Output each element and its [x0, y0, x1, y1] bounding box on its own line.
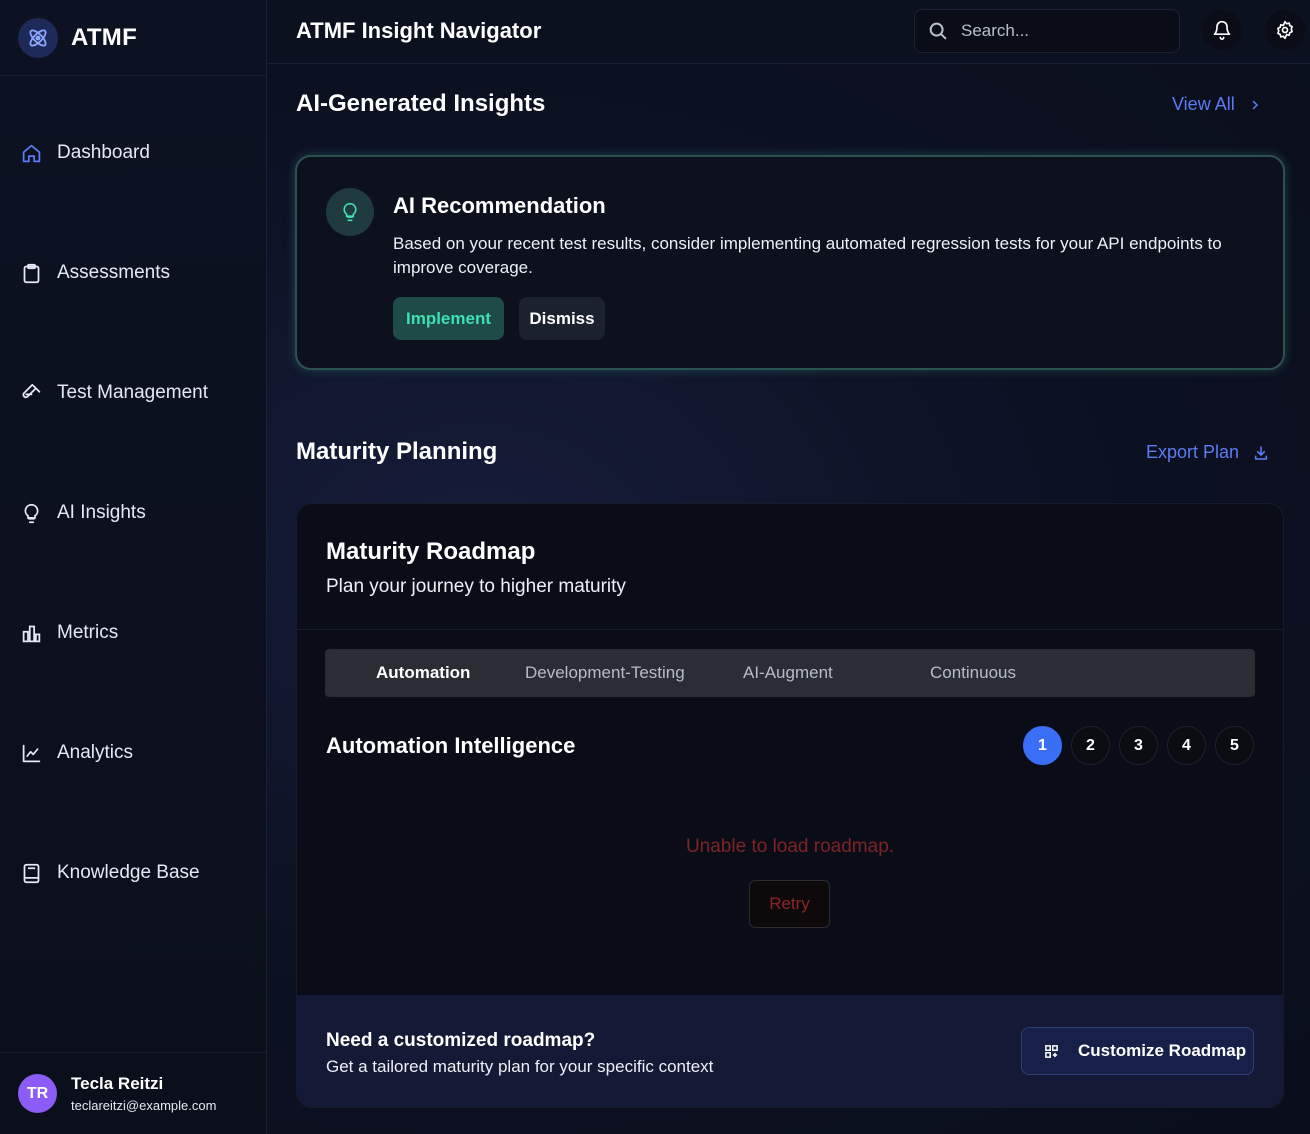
roadmap-tabs: Automation Development-Testing AI-Augmen… [325, 649, 1255, 697]
sidebar-item-ai-insights[interactable]: AI Insights [0, 491, 266, 535]
level-step-1[interactable]: 1 [1023, 726, 1062, 765]
view-all-label: View All [1172, 94, 1235, 114]
ai-recommendation-card: AI Recommendation Based on your recent t… [295, 155, 1285, 370]
settings-button[interactable] [1265, 10, 1305, 50]
brand[interactable]: ATMF [0, 0, 266, 76]
sidebar-item-knowledge-base[interactable]: Knowledge Base [0, 851, 266, 895]
tab-ai-augment[interactable]: AI-Augment [743, 663, 833, 683]
user-info: Tecla Reitzi teclareitzi@example.com [71, 1074, 216, 1113]
sidebar-item-assessments[interactable]: Assessments [0, 251, 266, 295]
sidebar-item-label: Analytics [57, 742, 134, 763]
sidebar: ATMF Dashboard Assessments Test Manageme… [0, 0, 267, 1134]
recommendation-text: Based on your recent test results, consi… [393, 234, 1222, 277]
roadmap-footer: Need a customized roadmap? Get a tailore… [297, 995, 1283, 1107]
bell-icon [1212, 20, 1232, 40]
top-header: ATMF Insight Navigator [267, 0, 1310, 64]
retry-button[interactable]: Retry [749, 880, 830, 928]
customize-roadmap-label: Customize Roadmap [1078, 1041, 1247, 1060]
roadmap-card: Maturity Roadmap Plan your journey to hi… [296, 503, 1284, 1108]
download-icon [1253, 445, 1269, 461]
sidebar-item-label: Test Management [57, 382, 209, 403]
recommendation-title: AI Recommendation [393, 193, 606, 218]
sidebar-item-label: Metrics [57, 622, 119, 643]
home-icon [20, 142, 42, 164]
search-input[interactable] [961, 21, 1161, 41]
level-step-2[interactable]: 2 [1071, 726, 1110, 765]
roadmap-error-message: Unable to load roadmap. [685, 836, 895, 857]
grid-icon [1044, 1044, 1059, 1059]
export-plan-link[interactable]: Export Plan [1146, 442, 1269, 463]
custom-roadmap-subtitle: Get a tailored maturity plan for your sp… [326, 1057, 714, 1076]
maturity-section-title: Maturity Planning [296, 438, 498, 465]
book-icon [20, 862, 42, 884]
test-tube-icon [20, 382, 42, 404]
search-icon [927, 20, 949, 42]
roadmap-title: Maturity Roadmap [326, 538, 536, 565]
chevron-right-icon [1249, 99, 1261, 111]
gear-icon [1275, 20, 1295, 40]
dismiss-button[interactable]: Dismiss [519, 297, 605, 340]
insights-section-title: AI-Generated Insights [296, 90, 546, 117]
sidebar-item-analytics[interactable]: Analytics [0, 731, 266, 775]
sidebar-item-label: Knowledge Base [57, 862, 200, 883]
export-plan-label: Export Plan [1146, 442, 1240, 462]
bar-chart-icon [20, 622, 42, 644]
lightbulb-icon [326, 188, 374, 236]
view-all-link[interactable]: View All [1172, 94, 1261, 115]
search-box[interactable] [914, 9, 1180, 53]
atom-logo-icon [18, 17, 58, 58]
sidebar-item-metrics[interactable]: Metrics [0, 611, 266, 655]
sidebar-item-test-management[interactable]: Test Management [0, 371, 266, 415]
brand-name: ATMF [71, 23, 138, 51]
page-title: ATMF Insight Navigator [296, 18, 542, 43]
line-chart-icon [20, 742, 42, 764]
avatar: TR [18, 1074, 57, 1113]
level-step-4[interactable]: 4 [1167, 726, 1206, 765]
level-step-3[interactable]: 3 [1119, 726, 1158, 765]
sidebar-item-label: Assessments [57, 262, 170, 283]
implement-button[interactable]: Implement [393, 297, 504, 340]
roadmap-header: Maturity Roadmap Plan your journey to hi… [297, 504, 1283, 630]
tab-development-testing[interactable]: Development-Testing [525, 663, 685, 683]
clipboard-icon [20, 262, 42, 284]
user-email: teclareitzi@example.com [71, 1098, 217, 1113]
tab-continuous[interactable]: Continuous [930, 663, 1016, 683]
roadmap-subtitle: Plan your journey to higher maturity [326, 576, 626, 597]
tab-automation[interactable]: Automation [376, 663, 470, 683]
lightbulb-icon [20, 502, 42, 524]
roadmap-section-title: Automation Intelligence [326, 733, 576, 758]
user-profile[interactable]: TR Tecla Reitzi teclareitzi@example.com [0, 1052, 266, 1134]
sidebar-item-dashboard[interactable]: Dashboard [0, 131, 266, 175]
sidebar-item-label: Dashboard [57, 142, 150, 163]
notifications-button[interactable] [1202, 10, 1242, 50]
main-content: AI-Generated Insights View All AI Recomm… [267, 64, 1310, 1134]
custom-roadmap-title: Need a customized roadmap? [326, 1030, 596, 1051]
customize-roadmap-button[interactable]: Customize Roadmap [1021, 1027, 1254, 1075]
user-name: Tecla Reitzi [71, 1074, 164, 1093]
level-step-5[interactable]: 5 [1215, 726, 1254, 765]
sidebar-item-label: AI Insights [57, 502, 146, 523]
